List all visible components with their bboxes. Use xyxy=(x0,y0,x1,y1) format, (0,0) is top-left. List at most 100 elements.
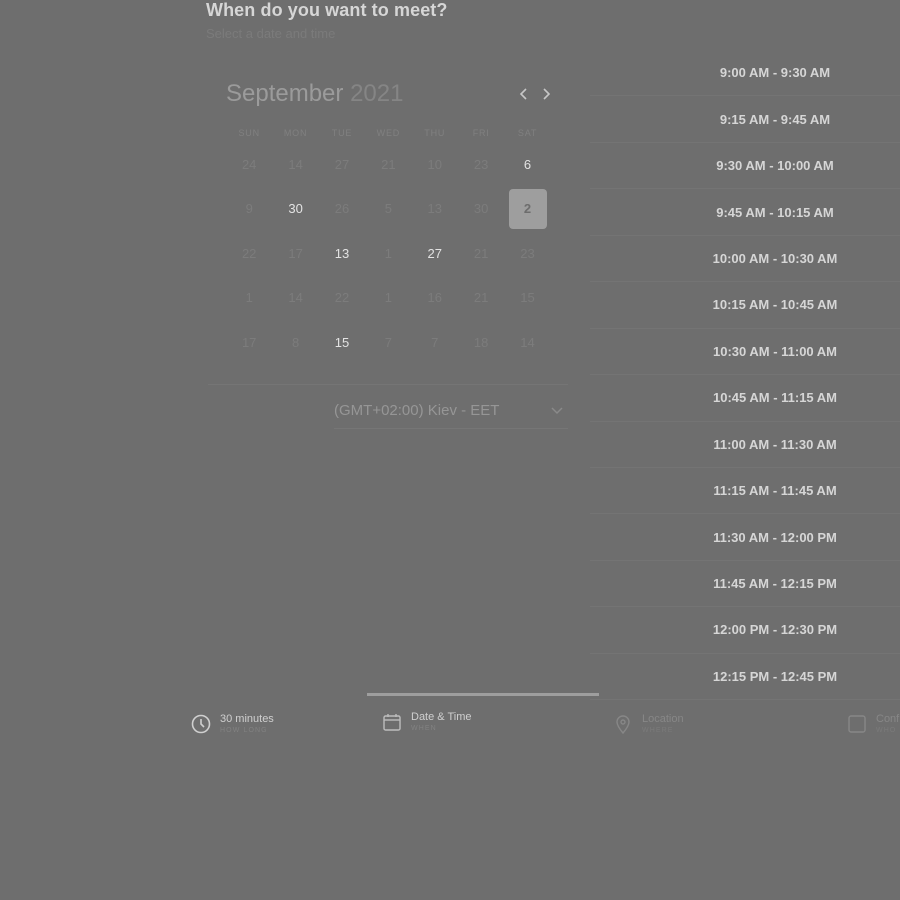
step-date-time-sub: WHEN xyxy=(411,724,437,732)
chevron-right-icon xyxy=(543,88,551,100)
weekday-label: FRI xyxy=(472,128,490,138)
calendar-day: 1 xyxy=(365,276,411,321)
step-duration-text: 30 minutes HOW LONG xyxy=(220,713,274,736)
weekday-label: TUE xyxy=(331,128,353,138)
time-slot[interactable]: 9:30 AM - 10:00 AM xyxy=(590,143,900,190)
calendar-day-label: 8 xyxy=(291,334,300,350)
time-slot[interactable]: 11:30 AM - 12:00 PM xyxy=(590,514,900,561)
calendar-day: 16 xyxy=(412,276,458,321)
time-slot[interactable]: 10:15 AM - 10:45 AM xyxy=(590,282,900,329)
step-date-time-label: Date & Time xyxy=(411,710,472,723)
calendar-day[interactable]: 15 xyxy=(319,320,365,365)
calendar-day-label: 21 xyxy=(473,245,489,261)
step-confirm-text: Conf WHO xyxy=(876,713,899,736)
step-confirm-sub: WHO xyxy=(876,726,897,734)
time-slot[interactable]: 9:45 AM - 10:15 AM xyxy=(590,189,900,236)
calendar-day-label: 6 xyxy=(523,156,532,172)
calendar-day-label: 1 xyxy=(384,245,392,261)
calendar-day: 23 xyxy=(458,142,504,187)
next-month-button[interactable] xyxy=(538,84,554,104)
calendar-day: 17 xyxy=(226,320,272,365)
time-slot-list: 9:00 AM - 9:30 AM 9:15 AM - 9:45 AM 9:30 A… xyxy=(590,50,900,701)
step-duration[interactable]: 30 minutes HOW LONG xyxy=(190,708,274,740)
calendar-day: 14 xyxy=(272,142,318,187)
calendar-day-label: 27 xyxy=(334,156,350,172)
calendar-icon xyxy=(383,714,401,731)
calendar-day: 7 xyxy=(365,320,411,365)
calendar-day-label: 17 xyxy=(241,334,257,350)
calendar-day-label: 15 xyxy=(520,290,535,306)
calendar-day-label: 2 xyxy=(508,188,547,229)
calendar-day-label: 14 xyxy=(288,156,303,172)
timezone-select[interactable]: (GMT+02:00) Kiev - EET xyxy=(334,398,568,429)
time-slot[interactable]: 10:45 AM - 11:15 AM xyxy=(590,375,900,422)
calendar-day: 22 xyxy=(226,231,272,276)
weekday-label: THU xyxy=(424,128,446,138)
calendar-day: 14 xyxy=(272,276,318,321)
calendar-day-label: 7 xyxy=(431,334,439,350)
calendar-day-label: 30 xyxy=(473,201,489,217)
calendar-day: 10 xyxy=(412,142,458,187)
calendar-day: 21 xyxy=(458,231,504,276)
calendar-day-label: 14 xyxy=(520,334,535,350)
calendar-day: 9 xyxy=(226,187,272,232)
calendar-day: 23 xyxy=(504,231,550,276)
calendar-day: 18 xyxy=(458,320,504,365)
page-subtitle: Select a date and time xyxy=(206,26,336,41)
time-slot[interactable]: 10:00 AM - 10:30 AM xyxy=(590,236,900,283)
calendar-days-grid: 24 14 27 21 10 23 6 9 30 26 5 13 30 2 22 17 13 1 27 21 23 1 14… xyxy=(226,142,551,365)
previous-month-button[interactable] xyxy=(516,84,532,104)
calendar-day-label: 21 xyxy=(381,156,396,172)
step-date-time[interactable]: Date & Time WHEN xyxy=(381,706,472,738)
calendar-day-selected[interactable]: 2 xyxy=(504,187,550,232)
time-slot[interactable]: 9:00 AM - 9:30 AM xyxy=(590,50,900,97)
calendar-day-label: 15 xyxy=(334,334,350,350)
time-slot[interactable]: 11:15 AM - 11:45 AM xyxy=(590,468,900,515)
calendar-day: 14 xyxy=(504,320,550,365)
calendar-month: September xyxy=(226,80,344,107)
calendar-day[interactable]: 6 xyxy=(504,142,550,187)
step-location-label: Location xyxy=(642,712,684,725)
calendar-day[interactable]: 13 xyxy=(319,231,365,276)
calendar-day: 24 xyxy=(226,142,272,187)
step-confirm[interactable]: Conf WHO xyxy=(846,708,899,740)
calendar-day: 26 xyxy=(319,187,365,232)
calendar-day-label: 30 xyxy=(288,201,303,217)
calendar-day-label: 14 xyxy=(288,290,303,306)
date-picker: September 2021 SUN MON TUE WED THU FRI S… xyxy=(208,74,568,385)
calendar-day-label: 27 xyxy=(427,245,442,261)
chevron-left-icon xyxy=(519,88,527,100)
calendar-day: 22 xyxy=(319,276,365,321)
weekday-header: SUN MON TUE WED THU FRI SAT xyxy=(226,128,551,138)
calendar-day-label: 18 xyxy=(473,334,489,350)
step-duration-label: 30 minutes xyxy=(220,712,274,725)
calendar-day-label: 10 xyxy=(427,156,442,172)
calendar-day-label: 23 xyxy=(473,156,489,172)
time-slot[interactable]: 12:00 PM - 12:30 PM xyxy=(590,607,900,654)
calendar-day: 15 xyxy=(504,276,550,321)
time-slot[interactable]: 11:45 AM - 12:15 PM xyxy=(590,561,900,608)
calendar-day-label: 13 xyxy=(427,201,442,217)
calendar-day[interactable]: 30 xyxy=(272,187,318,232)
time-slot[interactable]: 9:15 AM - 9:45 AM xyxy=(590,96,900,143)
step-location[interactable]: Location WHERE xyxy=(612,708,684,740)
time-slot[interactable]: 12:15 PM - 12:45 PM xyxy=(590,654,900,701)
location-pin-icon xyxy=(616,715,630,735)
calendar-day[interactable]: 27 xyxy=(412,231,458,276)
calendar-day-label: 9 xyxy=(245,201,253,217)
weekday-label: SUN xyxy=(238,128,260,138)
calendar-day-label: 21 xyxy=(473,290,489,306)
step-duration-sub: HOW LONG xyxy=(220,726,268,734)
time-slot[interactable]: 10:30 AM - 11:00 AM xyxy=(590,329,900,376)
step-confirm-label: Conf xyxy=(876,712,900,725)
calendar-day-label: 16 xyxy=(427,290,442,306)
calendar-day: 30 xyxy=(458,187,504,232)
calendar-day: 7 xyxy=(412,320,458,365)
time-slot[interactable]: 11:00 AM - 11:30 AM xyxy=(590,422,900,468)
calendar-day-label: 22 xyxy=(241,245,257,261)
scheduler-page: When do you want to meet? Select a date … xyxy=(0,0,900,900)
clock-icon xyxy=(191,714,211,734)
step-progress-indicator xyxy=(367,693,599,696)
calendar-day-label: 17 xyxy=(288,245,303,261)
calendar-day: 17 xyxy=(272,231,318,276)
